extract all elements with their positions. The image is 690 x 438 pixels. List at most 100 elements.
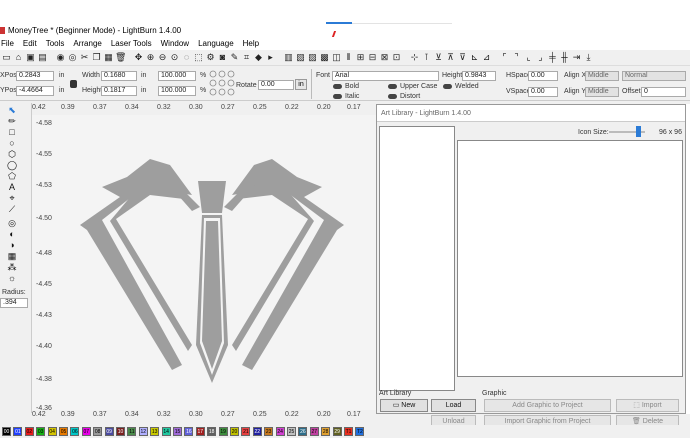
palette-swatch-02[interactable]: 02 [24, 427, 34, 436]
menu-tools[interactable]: Tools [46, 38, 65, 50]
palette-swatch-16[interactable]: 16 [184, 427, 194, 436]
center-icon[interactable]: ⊹ [409, 52, 420, 63]
settings-icon[interactable]: ⚙ [205, 52, 216, 63]
align-left-icon[interactable]: ⌜ [499, 52, 510, 63]
palette-swatch-21[interactable]: 21 [241, 427, 251, 436]
menu-file[interactable]: File [1, 38, 14, 50]
position-tool-icon[interactable]: ⌖ [6, 193, 18, 203]
width-input[interactable]: 0.1680 [101, 71, 137, 81]
boolean-icon[interactable]: ⊡ [391, 52, 402, 63]
align-icon[interactable]: ▨ [307, 52, 318, 63]
distribute-icon[interactable]: ⫴ [343, 52, 354, 63]
camera-icon[interactable]: ◙ [217, 52, 228, 63]
palette-swatch-22[interactable]: 22 [252, 427, 262, 436]
design-canvas[interactable]: -4.58 -4.55 -4.53 -4.50 -4.48 -4.45 -4.4… [32, 115, 377, 412]
scale-y-input[interactable]: 100.000 [158, 86, 196, 96]
welded-toggle[interactable] [443, 84, 452, 89]
icon-size-slider-thumb[interactable] [636, 126, 641, 137]
polygon-tool-icon[interactable]: ⬡ [6, 149, 18, 159]
menu-arrange[interactable]: Arrange [73, 38, 101, 50]
crop-icon[interactable]: ⌗ [241, 52, 252, 63]
tuxedo-graphic[interactable] [32, 115, 377, 410]
art-library-titlebar[interactable]: Art Library - LightBurn 1.4.00 [377, 105, 685, 122]
menu-language[interactable]: Language [198, 38, 234, 50]
export-icon[interactable]: ◎ [67, 52, 78, 63]
palette-swatch-28[interactable]: 28 [321, 427, 331, 436]
weld-icon[interactable]: ⊞ [355, 52, 366, 63]
save-icon[interactable]: ▣ [25, 52, 36, 63]
rotate-input[interactable]: 0.00 [258, 80, 294, 90]
move-front-icon[interactable]: ⊻ [433, 52, 444, 63]
edit-nodes-tool-icon[interactable]: ✏ [6, 116, 18, 126]
offset-input[interactable]: 0 [641, 87, 686, 97]
text-tool-icon[interactable]: A [6, 182, 18, 192]
palette-swatch-T1[interactable]: T1 [344, 427, 353, 436]
measure-tool-icon[interactable]: ⟋ [6, 204, 18, 214]
space-vertical-icon[interactable]: ⤓ [583, 52, 594, 63]
palette-swatch-20[interactable]: 20 [230, 427, 239, 436]
flip-icon[interactable]: ▩ [319, 52, 330, 63]
nudge-icon[interactable]: ⊾ [469, 52, 480, 63]
library-list[interactable] [379, 126, 455, 391]
palette-swatch-25[interactable]: 25 [287, 427, 296, 436]
distort-toggle[interactable] [388, 94, 397, 99]
offset-icon[interactable]: ⊟ [367, 52, 378, 63]
frame-icon[interactable]: ⬚ [193, 52, 204, 63]
palette-swatch-14[interactable]: 14 [161, 427, 171, 436]
menu-edit[interactable]: Edit [23, 38, 37, 50]
palette-swatch-23[interactable]: 23 [264, 427, 274, 436]
radius-input[interactable]: .394 [0, 298, 28, 308]
palette-swatch-09[interactable]: 09 [104, 427, 114, 436]
layers-icon[interactable]: ⊿ [481, 52, 492, 63]
palette-swatch-19[interactable]: 19 [218, 427, 228, 436]
align-top-icon[interactable]: ⌞ [523, 52, 534, 63]
palette-swatch-17[interactable]: 17 [195, 427, 205, 436]
rectangle-tool-icon[interactable]: □ [6, 127, 18, 137]
move-icon[interactable]: ✥ [133, 52, 144, 63]
move-back-icon[interactable]: ⊼ [445, 52, 456, 63]
convert-icon[interactable]: ▸ [265, 52, 276, 63]
paste-icon[interactable]: ▦ [103, 52, 114, 63]
palette-swatch-24[interactable]: 24 [275, 427, 285, 436]
lock-icon[interactable] [70, 80, 77, 88]
palette-swatch-27[interactable]: 27 [309, 427, 319, 436]
palette-swatch-18[interactable]: 18 [207, 427, 217, 436]
boolean-intersect-icon[interactable]: ◑ [6, 240, 18, 250]
new-library-button[interactable]: ▭ New [380, 399, 428, 412]
text-height-input[interactable]: 0.9843 [462, 71, 496, 81]
palette-swatch-10[interactable]: 10 [116, 427, 125, 436]
grid-array-icon[interactable]: ▦ [6, 251, 18, 261]
boolean-union-icon[interactable]: ◎ [6, 218, 18, 228]
font-select[interactable]: Arial [332, 71, 439, 81]
palette-swatch-T2[interactable]: T2 [355, 427, 365, 436]
align-center-icon[interactable]: ╪ [547, 52, 558, 63]
circle-tool-icon[interactable]: ◯ [6, 160, 18, 170]
palette-swatch-29[interactable]: 29 [332, 427, 342, 436]
align-middle-icon[interactable]: ╫ [559, 52, 570, 63]
palette-swatch-26[interactable]: 26 [298, 427, 308, 436]
palette-swatch-15[interactable]: 15 [173, 427, 182, 436]
palette-swatch-12[interactable]: 12 [138, 427, 148, 436]
mode-select[interactable]: Normal [622, 71, 686, 81]
add-graphic-button[interactable]: Add Graphic to Project [484, 399, 611, 412]
palette-swatch-08[interactable]: 08 [93, 427, 103, 436]
zoom-fit-icon[interactable]: ⊙ [169, 52, 180, 63]
palette-swatch-13[interactable]: 13 [150, 427, 160, 436]
open-folder-icon[interactable]: ⌂ [13, 52, 24, 63]
select-tool-icon[interactable]: ⬉ [6, 105, 18, 115]
shape-tool-icon[interactable]: ⬠ [6, 171, 18, 181]
italic-toggle[interactable] [333, 94, 342, 99]
vspace-input[interactable]: 0.00 [528, 87, 558, 97]
palette-swatch-03[interactable]: 03 [36, 427, 46, 436]
xpos-input[interactable]: 0.2843 [16, 71, 54, 81]
circular-array-icon[interactable]: ⁂ [6, 262, 18, 272]
ellipse-tool-icon[interactable]: ○ [6, 138, 18, 148]
boolean-diff-icon[interactable]: ◐ [6, 229, 18, 239]
delete-icon[interactable]: 🗑 [115, 52, 126, 63]
trace-icon[interactable]: ◆ [253, 52, 264, 63]
array-icon[interactable]: ⊠ [379, 52, 390, 63]
mirror-icon[interactable]: ◫ [331, 52, 342, 63]
cut-icon[interactable]: ✂ [79, 52, 90, 63]
ypos-input[interactable]: -4.4664 [16, 86, 54, 96]
hspace-input[interactable]: 0.00 [528, 71, 558, 81]
